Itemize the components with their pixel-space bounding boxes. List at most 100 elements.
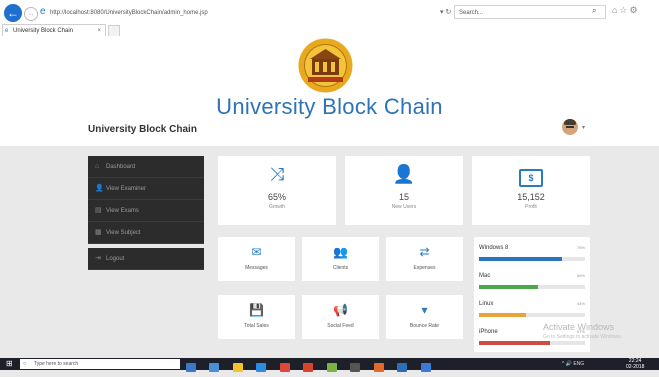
tile-label: Expenses — [413, 265, 436, 271]
browser-chrome: ← → e http://localhost:8080/UniversityBl… — [0, 0, 659, 37]
stat-card-growth[interactable]: ⤨ 65% Growth — [218, 156, 336, 225]
explorer-icon[interactable] — [232, 363, 243, 372]
progress-fill — [479, 313, 526, 317]
taskbar: ⊞ ○ Type here to search ^ 🔊 ENG 22:24 02… — [0, 358, 659, 372]
browser-search-input[interactable]: Search... — [454, 5, 606, 19]
tile-messages[interactable]: ✉ Messages — [218, 237, 295, 281]
progress-percent: 78% — [576, 245, 585, 250]
brand-name[interactable]: University Block Chain — [88, 124, 197, 135]
document-icon: ▤ — [95, 207, 102, 214]
stat-card-profit[interactable]: $ 15,152 Profit — [472, 156, 590, 225]
taskview-icon[interactable] — [186, 363, 196, 372]
progress-row: Mac 56% — [479, 269, 585, 295]
chevron-down-icon[interactable]: ▾ — [582, 124, 585, 131]
windows-start-icon[interactable]: ⊞ — [6, 360, 14, 368]
progress-track — [479, 257, 585, 261]
page-title: University Block Chain — [216, 94, 443, 119]
ie-icon[interactable] — [256, 363, 267, 372]
page-icon: e — [40, 6, 46, 17]
sidebar: ⌂ Dashboard 👤 View Examiner ▤ View Exams… — [88, 156, 204, 270]
chrome-icon[interactable] — [279, 363, 290, 372]
progress-percent: 56% — [576, 273, 585, 278]
tile-label: Messages — [245, 265, 268, 271]
progress-percent: 44% — [576, 301, 585, 306]
progress-fill — [479, 341, 551, 345]
favorites-icon[interactable]: ⌂☆⚙ — [612, 5, 640, 16]
back-button[interactable]: ← — [4, 4, 22, 22]
search-icon: ○ — [23, 361, 27, 367]
search-icon[interactable]: ⌕ — [592, 6, 596, 16]
stat-label: Profit — [525, 204, 537, 210]
tile-label: Clients — [332, 265, 349, 271]
sidebar-item-label: Dashboard — [106, 164, 136, 170]
tab-title: University Block Chain — [13, 28, 74, 34]
app-icon[interactable] — [350, 363, 361, 372]
address-bar[interactable]: http://localhost:8080/UniversityBlockCha… — [50, 6, 440, 20]
activate-windows-title: Activate Windows — [543, 322, 615, 332]
system-tray[interactable]: ^ 🔊 ENG — [562, 359, 584, 369]
progress-fill — [479, 285, 539, 289]
tile-label: Social Feed — [327, 323, 354, 329]
sidebar-item-logout[interactable]: ⇥ Logout — [88, 248, 204, 270]
sidebar-item-label: View Examiner — [106, 186, 146, 192]
caret-down-icon: ▾ — [421, 303, 428, 317]
tile-expenses[interactable]: ⇄ Expenses — [386, 237, 463, 281]
forward-button[interactable]: → — [24, 7, 38, 21]
sidebar-item-view-subject[interactable]: ▦ View Subject — [88, 222, 204, 244]
stat-value: 15 — [398, 192, 409, 202]
taskbar-search-placeholder: Type here to search — [34, 361, 79, 367]
sidebar-item-view-examiner[interactable]: 👤 View Examiner — [88, 178, 204, 200]
clock-date: 02-2018 — [626, 364, 645, 370]
user-avatar[interactable] — [562, 119, 578, 135]
stat-label: New Users — [391, 204, 417, 210]
taskbar-search-input[interactable]: ○ Type here to search — [20, 359, 180, 369]
stat-card-new-users[interactable]: 👤 15 New Users — [345, 156, 463, 225]
sidebar-item-view-exams[interactable]: ▤ View Exams — [88, 200, 204, 222]
app-icon[interactable] — [373, 363, 384, 372]
progress-track — [479, 341, 585, 345]
tile-bounce-rate[interactable]: ▾ Bounce Rate — [386, 295, 463, 339]
tile-social-feed[interactable]: 📢 Social Feed — [302, 295, 379, 339]
clock[interactable]: 22:24 02-2018 — [626, 358, 644, 370]
sidebar-item-dashboard[interactable]: ⌂ Dashboard — [88, 156, 204, 178]
exchange-icon: ⇄ — [419, 245, 430, 259]
sidebar-item-label: View Exams — [106, 208, 139, 214]
refresh-button[interactable]: ▾ ↻ — [440, 6, 451, 20]
progress-track — [479, 285, 585, 289]
activate-windows-subtitle: Go to Settings to activate Windows. — [543, 334, 622, 340]
progress-row: Windows 8 78% — [479, 241, 585, 267]
tile-total-sales[interactable]: 💾 Total Sales — [218, 295, 295, 339]
tile-clients[interactable]: 👥 Clients — [302, 237, 379, 281]
shuffle-icon: ⤨ — [269, 164, 285, 184]
app-icon[interactable] — [397, 363, 408, 372]
university-logo — [298, 38, 353, 93]
app-icon[interactable] — [326, 363, 337, 372]
money-icon: $ — [472, 168, 590, 187]
stat-label: Growth — [268, 204, 286, 210]
edge-icon[interactable] — [209, 363, 220, 372]
progress-name: Linux — [479, 301, 494, 307]
page-header: University Block Chain University Block … — [0, 36, 659, 146]
floppy-disk-icon: 💾 — [249, 303, 264, 317]
opera-icon[interactable] — [303, 363, 314, 372]
list-icon: ▦ — [95, 229, 102, 236]
tile-label: Bounce Rate — [410, 323, 439, 329]
browser-tab[interactable]: e University Block Chain × — [2, 24, 106, 36]
app-icon[interactable] — [420, 363, 431, 372]
taskbar-apps — [186, 359, 440, 372]
sidebar-item-label: View Subject — [106, 230, 141, 236]
user-icon: 👤 — [95, 185, 104, 192]
sidebar-item-label: Logout — [106, 256, 125, 262]
users-icon: 👥 — [333, 245, 348, 259]
stat-value: 15,152 — [517, 192, 545, 202]
progress-track — [479, 313, 585, 317]
tile-label: Total Sales — [244, 323, 269, 329]
progress-name: Mac — [479, 273, 491, 279]
home-icon: ⌂ — [95, 163, 100, 170]
envelope-icon: ✉ — [251, 245, 262, 259]
progress-row: Linux 44% — [479, 297, 585, 323]
progress-name: iPhone — [479, 329, 498, 335]
progress-name: Windows 8 — [479, 245, 509, 251]
user-icon: 👤 — [392, 164, 416, 184]
progress-fill — [479, 257, 562, 261]
